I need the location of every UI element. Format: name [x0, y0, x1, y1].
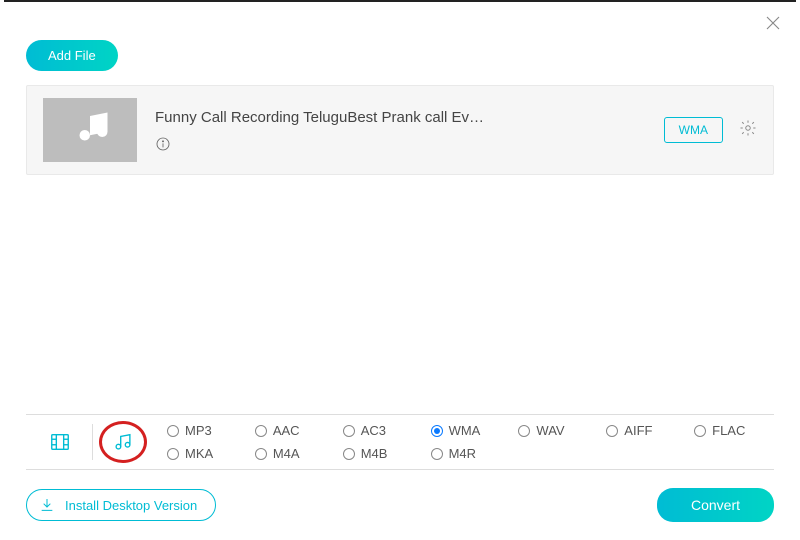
- download-icon: [39, 497, 55, 513]
- radio-icon: [343, 425, 355, 437]
- output-format-badge[interactable]: WMA: [664, 117, 723, 143]
- close-button[interactable]: [764, 14, 782, 37]
- format-label: WAV: [536, 423, 564, 438]
- format-option-flac[interactable]: FLAC: [694, 423, 774, 438]
- radio-icon: [431, 425, 443, 437]
- install-label: Install Desktop Version: [65, 498, 197, 513]
- format-grid: MP3 AAC AC3 WMA WAV AIFF FLAC MKA M4A M4B M4R: [149, 423, 774, 461]
- settings-button[interactable]: [739, 119, 757, 142]
- format-label: AIFF: [624, 423, 652, 438]
- radio-icon: [694, 425, 706, 437]
- gear-icon: [739, 119, 757, 137]
- format-option-m4b[interactable]: M4B: [343, 446, 423, 461]
- format-tabs: [26, 424, 149, 460]
- radio-icon: [343, 448, 355, 460]
- video-tab[interactable]: [48, 430, 72, 454]
- format-label: WMA: [449, 423, 481, 438]
- format-label: MP3: [185, 423, 212, 438]
- radio-icon: [518, 425, 530, 437]
- format-label: FLAC: [712, 423, 745, 438]
- film-icon: [49, 431, 71, 453]
- format-label: M4A: [273, 446, 300, 461]
- tab-divider: [92, 424, 93, 460]
- radio-icon: [606, 425, 618, 437]
- music-note-icon: [69, 109, 111, 151]
- format-option-m4r[interactable]: M4R: [431, 446, 511, 461]
- format-option-aiff[interactable]: AIFF: [606, 423, 686, 438]
- radio-icon: [255, 448, 267, 460]
- format-label: AAC: [273, 423, 300, 438]
- file-row: Funny Call Recording TeluguBest Prank ca…: [26, 85, 774, 175]
- install-desktop-button[interactable]: Install Desktop Version: [26, 489, 216, 521]
- file-actions: WMA: [664, 117, 757, 143]
- info-icon: [155, 136, 171, 152]
- format-label: AC3: [361, 423, 386, 438]
- format-option-mka[interactable]: MKA: [167, 446, 247, 461]
- format-label: MKA: [185, 446, 213, 461]
- format-option-aac[interactable]: AAC: [255, 423, 335, 438]
- close-icon: [764, 14, 782, 32]
- file-meta: Funny Call Recording TeluguBest Prank ca…: [155, 109, 646, 152]
- radio-icon: [167, 448, 179, 460]
- radio-icon: [167, 425, 179, 437]
- file-title: Funny Call Recording TeluguBest Prank ca…: [155, 109, 646, 126]
- file-thumbnail: [43, 98, 137, 162]
- format-label: M4B: [361, 446, 388, 461]
- convert-button[interactable]: Convert: [657, 488, 774, 522]
- radio-icon: [431, 448, 443, 460]
- audio-tab[interactable]: [111, 430, 135, 454]
- format-option-ac3[interactable]: AC3: [343, 423, 423, 438]
- radio-icon: [255, 425, 267, 437]
- info-button[interactable]: [155, 136, 646, 152]
- format-option-mp3[interactable]: MP3: [167, 423, 247, 438]
- add-file-button[interactable]: Add File: [26, 40, 118, 71]
- bottom-bar: Install Desktop Version Convert: [26, 488, 774, 522]
- format-option-wav[interactable]: WAV: [518, 423, 598, 438]
- music-icon: [112, 431, 134, 453]
- format-panel: MP3 AAC AC3 WMA WAV AIFF FLAC MKA M4A M4B M4R: [26, 414, 774, 470]
- format-option-wma[interactable]: WMA: [431, 423, 511, 438]
- format-label: M4R: [449, 446, 476, 461]
- format-option-m4a[interactable]: M4A: [255, 446, 335, 461]
